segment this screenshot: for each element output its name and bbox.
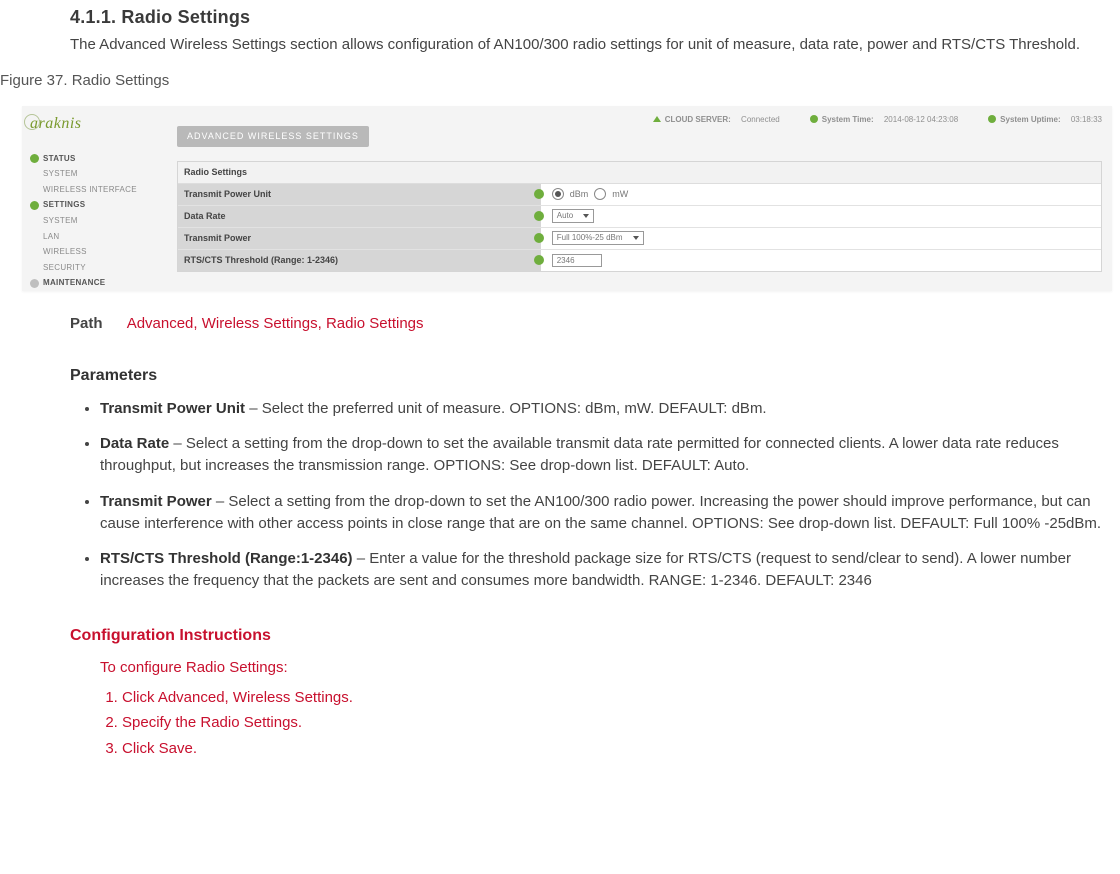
rts-threshold-input[interactable]: 2346	[552, 254, 602, 268]
figure-caption: Figure 37. Radio Settings	[0, 70, 1120, 92]
table-row: Data Rate Auto	[178, 206, 1101, 228]
list-item: Specify the Radio Settings.	[122, 712, 1110, 734]
cloud-icon	[653, 116, 661, 122]
path-line: Path Advanced, Wireless Settings, Radio …	[70, 313, 1110, 335]
tx-power-select[interactable]: Full 100%-25 dBm	[552, 231, 644, 245]
list-item: Transmit Power Unit – Select the preferr…	[100, 398, 1110, 420]
radio-mw[interactable]	[594, 188, 606, 200]
help-icon	[534, 189, 544, 199]
chevron-down-icon	[633, 236, 639, 240]
settings-dot-icon	[30, 201, 39, 210]
help-icon	[534, 255, 544, 265]
status-dot-icon	[30, 154, 39, 163]
screenshot-sidebar: STATUS SYSTEM WIRELESS INTERFACE SETTING…	[30, 151, 150, 291]
help-icon	[534, 211, 544, 221]
list-item: Transmit Power – Select a setting from t…	[100, 491, 1110, 535]
time-icon	[810, 115, 818, 123]
chevron-down-icon	[583, 214, 589, 218]
config-steps: Click Advanced, Wireless Settings. Speci…	[100, 687, 1110, 760]
parameters-heading: Parameters	[70, 364, 1110, 387]
data-rate-select[interactable]: Auto	[552, 209, 594, 223]
radio-settings-screenshot: araknis CLOUD SERVER: Connected System T…	[22, 106, 1112, 291]
status-bar: CLOUD SERVER: Connected System Time: 201…	[653, 114, 1102, 126]
list-item: RTS/CTS Threshold (Range:1-2346) – Enter…	[100, 548, 1110, 592]
list-item: Data Rate – Select a setting from the dr…	[100, 433, 1110, 477]
table-row: Transmit Power Unit dBm mW	[178, 184, 1101, 206]
intro-paragraph: The Advanced Wireless Settings section a…	[70, 34, 1110, 56]
parameters-list: Transmit Power Unit – Select the preferr…	[70, 398, 1110, 592]
section-heading: 4.1.1. Radio Settings	[70, 4, 1110, 30]
help-icon	[534, 233, 544, 243]
table-title: Radio Settings	[178, 162, 1101, 184]
radio-dbm[interactable]	[552, 188, 564, 200]
config-instructions-heading: Configuration Instructions	[70, 624, 1110, 647]
list-item: Click Advanced, Wireless Settings.	[122, 687, 1110, 709]
radio-settings-table: Radio Settings Transmit Power Unit dBm m…	[177, 161, 1102, 272]
list-item: Click Save.	[122, 738, 1110, 760]
table-row: RTS/CTS Threshold (Range: 1-2346) 2346	[178, 250, 1101, 271]
screenshot-header-bar: ADVANCED WIRELESS SETTINGS	[177, 126, 369, 147]
maint-dot-icon	[30, 279, 39, 288]
config-intro: To configure Radio Settings:	[100, 657, 1110, 679]
table-row: Transmit Power Full 100%-25 dBm	[178, 228, 1101, 250]
uptime-icon	[988, 115, 996, 123]
brand-logo: araknis	[30, 112, 82, 135]
